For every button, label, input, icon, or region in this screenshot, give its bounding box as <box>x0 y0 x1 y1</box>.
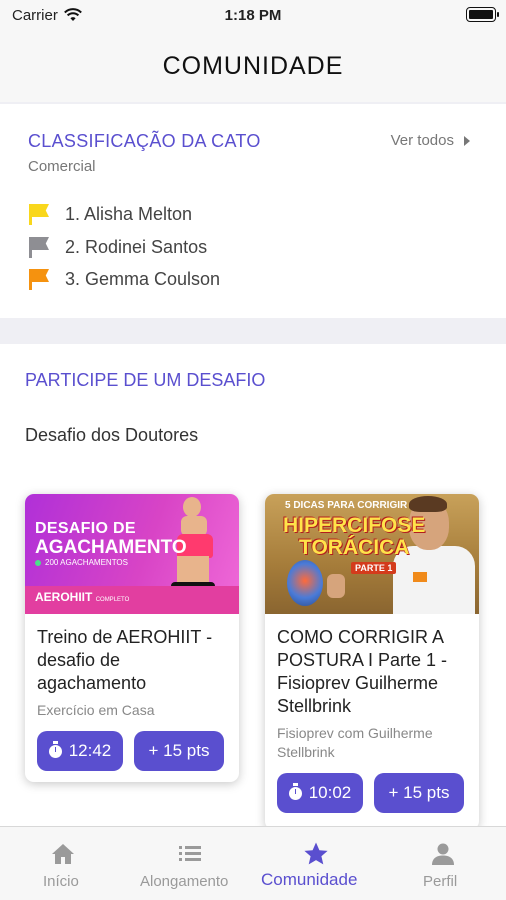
ranking-item-label: 1. Alisha Melton <box>65 203 193 224</box>
tab-comunidade[interactable]: Comunidade <box>258 827 378 900</box>
ranking-item-label: 3. Gemma Coulson <box>65 268 221 289</box>
tab-label: Início <box>43 873 79 890</box>
thumb-text: HIPERCIFOSE <box>283 514 426 537</box>
card-thumbnail: DESAFIO DE AGACHAMENTO 200 AGACHAMENTOS … <box>25 494 239 614</box>
thumb-text: PARTE 1 <box>351 562 397 574</box>
card-title: COMO CORRIGIR A POSTURA I Parte 1 - Fisi… <box>277 627 448 716</box>
thumb-text: 5 DICAS PARA CORRIGIR <box>285 500 408 511</box>
see-all-label: Ver todos <box>390 132 454 149</box>
person-icon <box>432 843 454 865</box>
duration-button[interactable]: 10:02 <box>277 773 363 813</box>
flag-icon <box>28 236 50 258</box>
thumb-text: AEROHIIT COMPLETO <box>35 590 130 604</box>
ranking-item[interactable]: 3. Gemma Coulson <box>28 268 220 290</box>
carrier-group: Carrier <box>12 7 82 24</box>
wifi-icon <box>63 8 82 21</box>
see-all-link[interactable]: Ver todos <box>391 132 470 149</box>
points-label: + 15 pts <box>148 741 210 760</box>
stopwatch-icon <box>48 740 62 758</box>
list-icon <box>179 846 201 861</box>
duration-label: 10:02 <box>308 783 352 802</box>
duration-label: 12:42 <box>68 741 112 760</box>
status-bar: Carrier 1:18 PM <box>0 0 506 30</box>
star-icon <box>304 842 328 865</box>
challenge-card[interactable]: 5 DICAS PARA CORRIGIR HIPERCIFOSE TORÁCI… <box>265 494 479 826</box>
carrier-label: Carrier <box>12 6 58 24</box>
thumb-text: TORÁCICA <box>299 536 410 559</box>
tab-bar: Início Alongamento Comunidade Perfil <box>0 826 506 900</box>
stopwatch-icon <box>288 782 302 800</box>
thumb-text: DESAFIO DE <box>35 520 136 537</box>
points-button[interactable]: + 15 pts <box>374 773 464 813</box>
spine-illustration <box>287 560 323 606</box>
ranking-title: CLASSIFICAÇÃO DA CATO <box>28 131 261 151</box>
ranking-subtitle: Comercial <box>28 158 96 175</box>
thumb-text: 200 AGACHAMENTOS <box>35 558 128 567</box>
tab-perfil[interactable]: Perfil <box>398 827 488 900</box>
tab-label: Perfil <box>423 873 458 890</box>
page-title: COMUNIDADE <box>162 51 344 80</box>
navigation-bar: COMUNIDADE <box>0 30 506 102</box>
tab-label: Alongamento <box>140 873 229 890</box>
home-icon <box>52 844 74 864</box>
tab-alongamento[interactable]: Alongamento <box>126 827 256 900</box>
card-subtitle: Exercício em Casa <box>37 702 155 718</box>
challenge-subtitle: Desafio dos Doutores <box>25 425 199 445</box>
chevron-right-icon <box>464 135 470 146</box>
challenge-title: PARTICIPE DE UM DESAFIO <box>25 370 266 390</box>
ranking-section: CLASSIFICAÇÃO DA CATO Comercial Ver todo… <box>0 104 506 318</box>
flag-icon <box>28 203 50 225</box>
tab-inicio[interactable]: Início <box>13 827 113 900</box>
points-label: + 15 pts <box>388 783 450 802</box>
tab-label: Comunidade <box>261 870 358 889</box>
battery-icon <box>466 7 499 22</box>
challenge-section: PARTICIPE DE UM DESAFIO Desafio dos Dout… <box>0 344 506 826</box>
duration-button[interactable]: 12:42 <box>37 731 123 771</box>
challenge-card[interactable]: DESAFIO DE AGACHAMENTO 200 AGACHAMENTOS … <box>25 494 239 782</box>
ranking-item-label: 2. Rodinei Santos <box>65 236 208 257</box>
flag-icon <box>28 268 50 290</box>
ranking-item[interactable]: 2. Rodinei Santos <box>28 236 207 258</box>
thumb-text: AGACHAMENTO <box>35 537 187 558</box>
card-thumbnail: 5 DICAS PARA CORRIGIR HIPERCIFOSE TORÁCI… <box>265 494 479 614</box>
points-button[interactable]: + 15 pts <box>134 731 224 771</box>
card-title: Treino de AEROHIIT - desafio de agachame… <box>37 627 213 693</box>
ranking-item[interactable]: 1. Alisha Melton <box>28 203 192 225</box>
card-subtitle: Fisioprev com Guilherme Stellbrink <box>277 725 433 760</box>
